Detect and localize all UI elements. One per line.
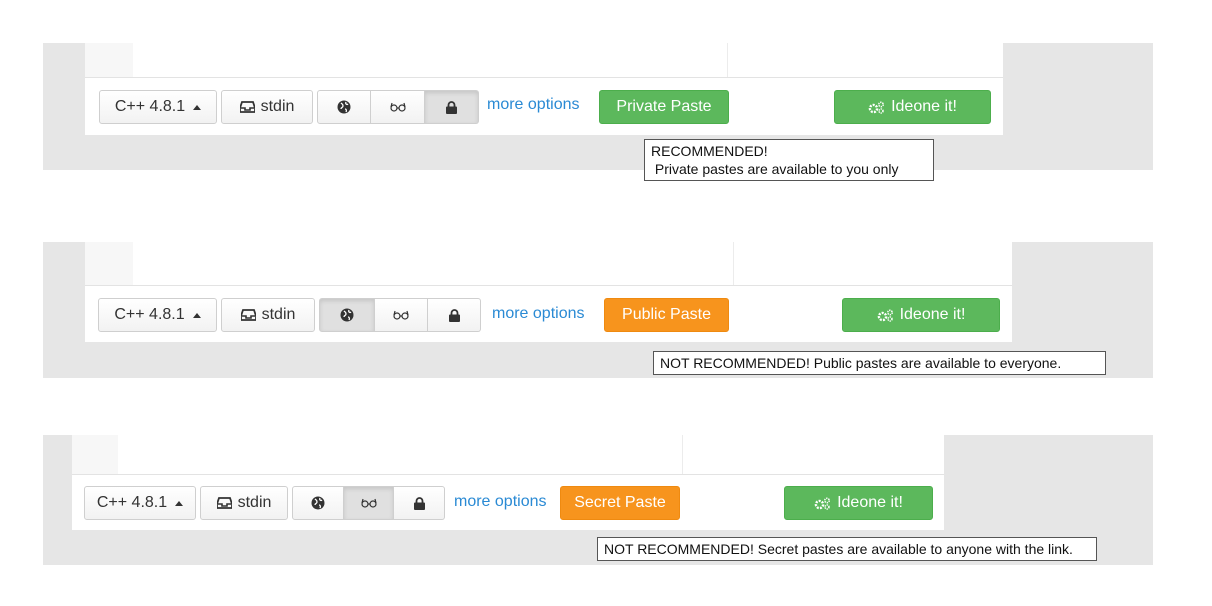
cogs-icon [814,496,831,510]
inbox-icon [239,101,255,113]
editor-divider [727,43,728,77]
caret-up-icon [193,104,202,110]
visibility-toggle-group [319,298,481,332]
caret-up-icon [175,500,184,506]
toolbar-separator [85,77,1003,78]
cogs-icon [877,308,894,322]
glasses-icon [360,498,377,508]
visibility-private-button[interactable] [428,298,481,332]
visibility-secret-button[interactable] [344,486,394,520]
visibility-secret-button[interactable] [371,90,425,124]
public-paste-button[interactable]: Public Paste [604,298,729,332]
tooltip-line: NOT RECOMMENDED! Secret pastes are avail… [604,541,1073,557]
stdin-button[interactable]: stdin [200,486,288,520]
ideone-it-button[interactable]: Ideone it! [784,486,933,520]
ideone-label: Ideone it! [899,306,966,323]
more-options-link[interactable]: more options [487,96,580,114]
stdin-label: stdin [261,306,296,323]
globe-icon [340,308,354,322]
visibility-secret-button[interactable] [375,298,428,332]
more-options-link[interactable]: more options [492,305,585,323]
editor-gutter [85,43,133,77]
language-label: C++ 4.8.1 [114,306,185,323]
ideone-it-button[interactable]: Ideone it! [842,298,1000,332]
tooltip-line: NOT RECOMMENDED! Public pastes are avail… [660,355,1062,371]
inbox-icon [216,497,232,509]
inbox-icon [240,309,256,321]
visibility-public-button[interactable] [317,90,371,124]
lock-icon [446,100,457,114]
editor-divider [733,242,734,285]
visibility-toggle-group [292,486,445,520]
language-select-button[interactable]: C++ 4.8.1 [84,486,196,520]
secret-paste-button[interactable]: Secret Paste [560,486,680,520]
stdin-button[interactable]: stdin [221,90,313,124]
editor-divider [682,435,683,474]
cogs-icon [868,100,885,114]
tooltip-line: RECOMMENDED! [651,143,768,159]
toolbar-separator [72,474,944,475]
globe-icon [337,100,351,114]
caret-up-icon [192,312,201,318]
lock-icon [448,308,460,322]
toolbar-separator [85,285,1012,286]
language-label: C++ 4.8.1 [114,98,186,115]
editor-gutter [85,242,133,285]
visibility-toggle-group [317,90,479,124]
stdin-label: stdin [260,98,295,115]
more-options-link[interactable]: more options [454,493,547,511]
glasses-icon [393,310,409,320]
ideone-label: Ideone it! [891,98,957,115]
visibility-public-button[interactable] [319,298,375,332]
language-select-button[interactable]: C++ 4.8.1 [99,90,217,124]
ideone-it-button[interactable]: Ideone it! [834,90,991,124]
language-select-button[interactable]: C++ 4.8.1 [98,298,217,332]
visibility-private-button[interactable] [394,486,445,520]
visibility-public-button[interactable] [292,486,344,520]
editor-gutter [72,435,118,474]
paste-tooltip: RECOMMENDED! Private pastes are availabl… [644,139,934,181]
paste-tooltip: NOT RECOMMENDED! Public pastes are avail… [653,351,1106,375]
globe-icon [311,496,325,510]
paste-tooltip: NOT RECOMMENDED! Secret pastes are avail… [597,537,1097,561]
stdin-label: stdin [237,494,272,511]
language-label: C++ 4.8.1 [96,494,168,511]
visibility-private-button[interactable] [425,90,479,124]
lock-icon [413,496,425,510]
tooltip-line: Private pastes are available to you only [651,161,899,177]
ideone-label: Ideone it! [837,494,903,511]
stdin-button[interactable]: stdin [221,298,315,332]
private-paste-button[interactable]: Private Paste [599,90,729,124]
glasses-icon [389,102,406,112]
